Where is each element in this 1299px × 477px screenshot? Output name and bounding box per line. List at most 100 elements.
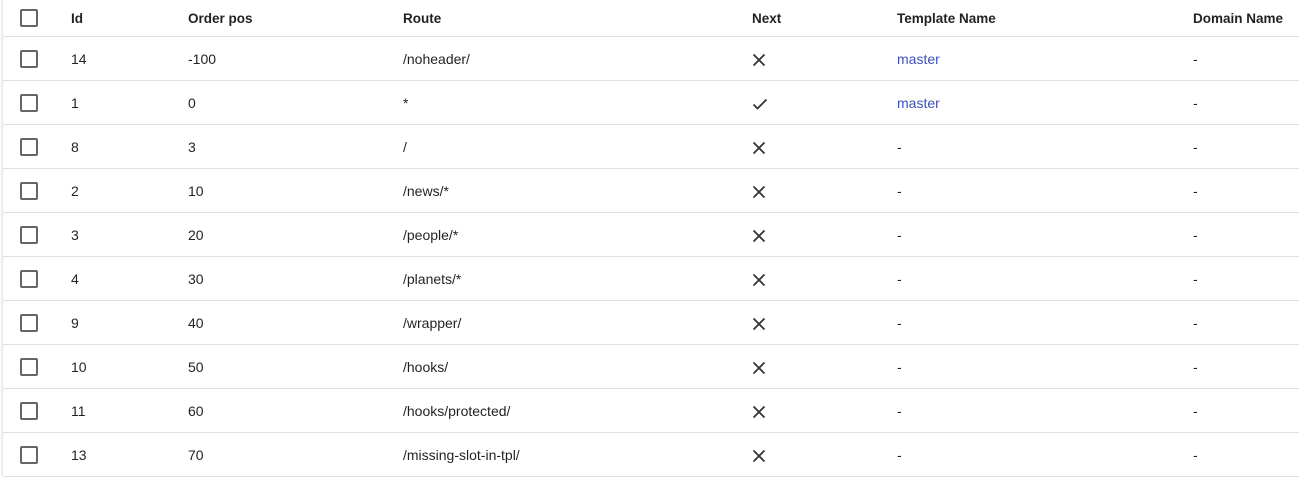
check-icon <box>752 94 768 110</box>
cell-next <box>752 168 897 213</box>
row-checkbox[interactable] <box>20 49 38 68</box>
close-icon <box>752 182 766 198</box>
close-icon <box>752 314 766 330</box>
close-icon <box>752 226 766 242</box>
template-name-link[interactable]: master <box>897 51 940 67</box>
row-checkbox[interactable] <box>20 93 38 112</box>
column-header-template-name[interactable]: Template Name <box>897 0 1193 37</box>
cell-order-pos: 70 <box>188 432 403 477</box>
cell-next <box>752 36 897 81</box>
close-icon <box>752 50 766 66</box>
cell-id: 3 <box>71 212 188 257</box>
cell-order-pos: 10 <box>188 168 403 213</box>
template-name-link: - <box>897 138 902 155</box>
cell-domain-name: - <box>1193 300 1299 345</box>
table-row[interactable]: 14 -100/noheader/master - <box>3 36 1299 81</box>
cell-domain-name: - <box>1193 80 1299 125</box>
cell-next <box>752 388 897 433</box>
cell-id: 13 <box>71 432 188 477</box>
cell-template-name: master <box>897 80 1193 125</box>
cell-domain-name: - <box>1193 388 1299 433</box>
table-row[interactable]: 11 60/hooks/protected/ - - <box>3 388 1299 433</box>
template-name-link: - <box>897 358 902 375</box>
cell-template-name: - <box>897 212 1193 257</box>
row-checkbox[interactable] <box>20 401 38 420</box>
cell-next <box>752 300 897 345</box>
cell-next <box>752 344 897 389</box>
row-checkbox[interactable] <box>20 313 38 332</box>
row-checkbox[interactable] <box>20 445 38 464</box>
cell-id: 8 <box>71 124 188 169</box>
cell-id: 10 <box>71 344 188 389</box>
table-row[interactable]: 10 50/hooks/ - - <box>3 344 1299 389</box>
close-icon <box>752 138 766 154</box>
cell-order-pos: 40 <box>188 300 403 345</box>
cell-next <box>752 80 897 125</box>
cell-domain-name: - <box>1193 168 1299 213</box>
row-checkbox[interactable] <box>20 137 38 156</box>
cell-domain-name: - <box>1193 212 1299 257</box>
cell-domain-name: - <box>1193 432 1299 477</box>
table-row[interactable]: 2 10/news/* - - <box>3 168 1299 213</box>
row-checkbox[interactable] <box>20 269 38 288</box>
cell-domain-name: - <box>1193 344 1299 389</box>
table-row[interactable]: 9 40/wrapper/ - - <box>3 300 1299 345</box>
table-row[interactable]: 3 20/people/* - - <box>3 212 1299 257</box>
cell-next <box>752 432 897 477</box>
close-icon <box>752 270 766 286</box>
cell-domain-name: - <box>1193 256 1299 301</box>
row-checkbox[interactable] <box>20 181 38 200</box>
cell-route: /wrapper/ <box>403 300 752 345</box>
row-checkbox[interactable] <box>20 225 38 244</box>
cell-route: /hooks/ <box>403 344 752 389</box>
table-header-row: Id Order pos Route Next Template Name Do… <box>3 0 1299 37</box>
cell-route: /people/* <box>403 212 752 257</box>
column-header-next[interactable]: Next <box>752 0 897 37</box>
cell-template-name: - <box>897 388 1193 433</box>
table-row[interactable]: 13 70/missing-slot-in-tpl/ - - <box>3 432 1299 477</box>
template-name-link: - <box>897 314 902 331</box>
cell-order-pos: 30 <box>188 256 403 301</box>
cell-order-pos: 3 <box>188 124 403 169</box>
cell-next <box>752 124 897 169</box>
cell-order-pos: 20 <box>188 212 403 257</box>
column-header-id[interactable]: Id <box>71 0 188 37</box>
table-row[interactable]: 1 0 * master - <box>3 80 1299 125</box>
cell-id: 4 <box>71 256 188 301</box>
cell-id: 9 <box>71 300 188 345</box>
cell-id: 2 <box>71 168 188 213</box>
template-name-link: - <box>897 182 902 199</box>
cell-id: 1 <box>71 80 188 125</box>
cell-order-pos: 60 <box>188 388 403 433</box>
template-name-link: - <box>897 446 902 463</box>
table-row[interactable]: 4 30/planets/* - - <box>3 256 1299 301</box>
cell-route: /planets/* <box>403 256 752 301</box>
routes-table: Id Order pos Route Next Template Name Do… <box>3 0 1299 477</box>
cell-next <box>752 256 897 301</box>
column-header-domain-name[interactable]: Domain Name <box>1193 0 1299 37</box>
cell-template-name: - <box>897 168 1193 213</box>
template-name-link: - <box>897 402 902 419</box>
routes-table-card: Id Order pos Route Next Template Name Do… <box>3 0 1299 477</box>
select-all-checkbox[interactable] <box>20 9 38 27</box>
cell-template-name: master <box>897 36 1193 81</box>
cell-template-name: - <box>897 256 1193 301</box>
cell-order-pos: 50 <box>188 344 403 389</box>
template-name-link: - <box>897 270 902 287</box>
close-icon <box>752 358 766 374</box>
cell-route: /news/* <box>403 168 752 213</box>
cell-id: 11 <box>71 388 188 433</box>
column-header-order-pos[interactable]: Order pos <box>188 0 403 37</box>
cell-route: /hooks/protected/ <box>403 388 752 433</box>
close-icon <box>752 402 766 418</box>
column-header-route[interactable]: Route <box>403 0 752 37</box>
row-checkbox[interactable] <box>20 357 38 376</box>
cell-route: /noheader/ <box>403 36 752 81</box>
cell-route: * <box>403 80 752 125</box>
template-name-link[interactable]: master <box>897 95 940 111</box>
cell-template-name: - <box>897 300 1193 345</box>
cell-order-pos: -100 <box>188 36 403 81</box>
cell-domain-name: - <box>1193 36 1299 81</box>
table-row[interactable]: 8 3/ - - <box>3 124 1299 169</box>
cell-route: /missing-slot-in-tpl/ <box>403 432 752 477</box>
